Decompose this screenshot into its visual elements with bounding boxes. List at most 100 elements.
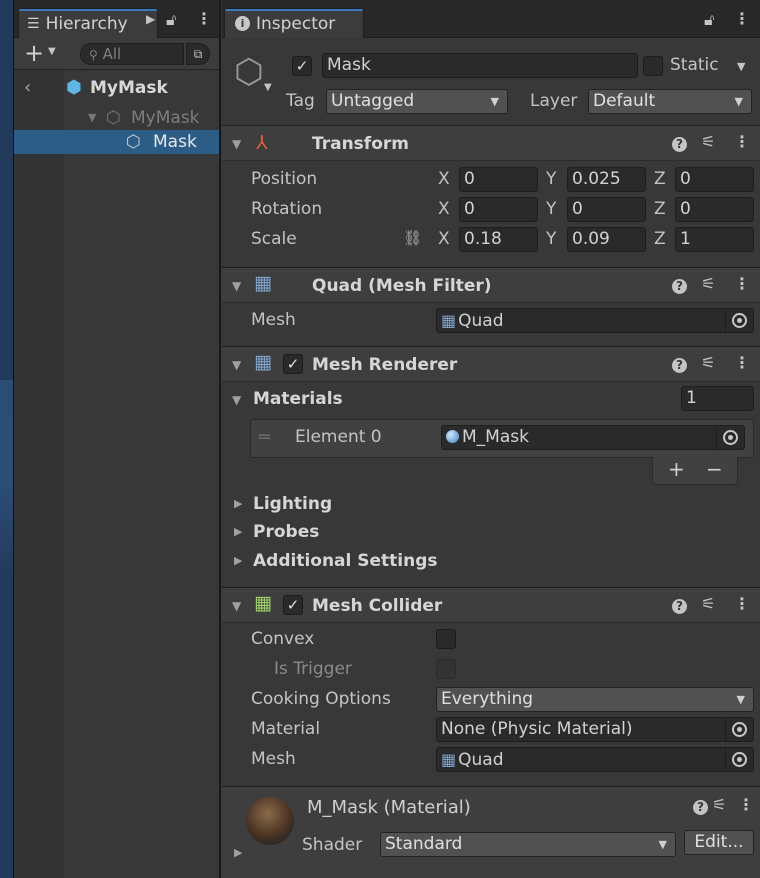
object-picker-button[interactable] <box>716 426 744 449</box>
target-icon <box>723 430 738 445</box>
help-icon[interactable]: ? <box>693 800 708 815</box>
materials-expand-triangle-icon[interactable]: ▼ <box>232 393 241 407</box>
info-icon: i <box>235 16 250 31</box>
collider-mesh-field[interactable]: ▦ Quad <box>436 747 754 772</box>
object-picker-button[interactable] <box>725 748 753 771</box>
enabled-checkbox[interactable]: ✓ <box>283 354 303 374</box>
collapse-triangle-icon[interactable]: ▼ <box>232 599 241 613</box>
static-label: Static <box>670 55 719 75</box>
additional-settings-foldout[interactable]: Additional Settings <box>253 551 438 571</box>
hierarchy-search-input[interactable]: ⚲ All <box>80 43 184 65</box>
component-menu-icon[interactable]: ⋮ <box>734 353 750 372</box>
more-options-icon[interactable]: ⋮ <box>734 9 750 28</box>
help-icon[interactable]: ? <box>672 358 687 373</box>
tab-inspector-label: Inspector <box>256 13 336 34</box>
static-dropdown-arrow-icon[interactable]: ▼ <box>737 60 745 73</box>
scale-z-field[interactable]: 1 <box>675 227 754 252</box>
lighting-expand-icon[interactable]: ▶ <box>234 497 242 510</box>
additional-settings-expand-icon[interactable]: ▶ <box>234 554 242 567</box>
cooking-options-value: Everything <box>441 689 534 709</box>
scale-x-field[interactable]: 0.18 <box>459 227 538 252</box>
layer-value: Default <box>593 91 656 111</box>
more-options-icon[interactable]: ⋮ <box>196 9 212 28</box>
inspector-tabbar: i Inspector 🔓︎ ⋮ <box>222 0 760 38</box>
tab-hierarchy[interactable]: ☰ Hierarchy <box>18 8 158 38</box>
component-menu-icon[interactable]: ⋮ <box>734 132 750 151</box>
mesh-collider-header[interactable]: ▼ ▦ ✓ Mesh Collider ? ⚟ ⋮ <box>222 587 760 623</box>
component-menu-icon[interactable]: ⋮ <box>734 274 750 293</box>
probes-expand-icon[interactable]: ▶ <box>234 525 242 538</box>
convex-checkbox[interactable] <box>436 629 456 649</box>
rotation-y-field[interactable]: 0 <box>567 197 646 222</box>
tab-inspector[interactable]: i Inspector <box>224 8 364 38</box>
component-menu-icon[interactable]: ⋮ <box>738 795 754 814</box>
physic-material-label: Material <box>251 719 321 739</box>
back-chevron-icon[interactable]: ‹ <box>24 76 31 100</box>
axis-z-label: Z <box>654 199 666 219</box>
presets-icon[interactable]: ⚟ <box>701 594 715 613</box>
tree-item-child[interactable]: ▼ ⬡ MyMask <box>14 106 219 130</box>
cooking-options-dropdown[interactable]: Everything ▼ <box>436 687 754 712</box>
expand-triangle-icon[interactable]: ▼ <box>88 106 96 130</box>
rotation-x-field[interactable]: 0 <box>459 197 538 222</box>
component-menu-icon[interactable]: ⋮ <box>734 594 750 613</box>
rotation-z-field[interactable]: 0 <box>675 197 754 222</box>
materials-count-field[interactable]: 1 <box>681 386 754 411</box>
object-name-field[interactable]: Mask <box>322 53 638 78</box>
help-icon[interactable]: ? <box>672 599 687 614</box>
physic-material-value: None (Physic Material) <box>441 719 633 739</box>
remove-element-button[interactable]: − <box>706 457 723 481</box>
physic-material-field[interactable]: None (Physic Material) <box>436 717 754 742</box>
shader-dropdown[interactable]: Standard ▼ <box>380 832 676 857</box>
enabled-checkbox[interactable]: ✓ <box>283 595 303 615</box>
edit-shader-button[interactable]: Edit... <box>684 830 754 855</box>
tag-dropdown[interactable]: Untagged ▼ <box>326 89 508 114</box>
scene-search-button[interactable]: ⧉ <box>186 43 210 65</box>
constrain-proportions-icon[interactable]: ⛓︎ <box>403 229 422 247</box>
probes-foldout[interactable]: Probes <box>253 522 319 542</box>
collapse-triangle-icon[interactable]: ▼ <box>232 137 241 151</box>
add-element-button[interactable]: + <box>668 457 685 481</box>
drag-handle-icon[interactable]: ═ <box>259 427 270 448</box>
add-icon[interactable]: + <box>24 39 44 67</box>
presets-icon[interactable]: ⚟ <box>701 132 715 151</box>
lock-icon[interactable]: 🔓︎ <box>704 10 714 30</box>
presets-icon[interactable]: ⚟ <box>701 353 715 372</box>
mesh-object-field[interactable]: ▦ Quad <box>436 308 754 333</box>
target-icon <box>732 752 747 767</box>
layer-label: Layer <box>530 91 578 111</box>
object-picker-button[interactable] <box>725 309 753 332</box>
hierarchy-panel: ☰ Hierarchy ▶ 🔓︎ ⋮ + ▼ ⚲ All ⧉ ‹ ⬢ MyMas… <box>14 0 221 878</box>
layer-dropdown[interactable]: Default ▼ <box>588 89 752 114</box>
add-dropdown-arrow-icon[interactable]: ▼ <box>48 46 56 57</box>
lock-icon[interactable]: 🔓︎ <box>166 10 176 30</box>
transform-header[interactable]: ▼ ⅄ Transform ? ⚟ ⋮ <box>222 125 760 161</box>
help-icon[interactable]: ? <box>672 279 687 294</box>
tree-item-selected[interactable]: ⬡ Mask <box>14 130 219 154</box>
target-icon <box>732 722 747 737</box>
tree-item-root[interactable]: ‹ ⬢ MyMask <box>14 76 219 100</box>
collider-mesh-label: Mesh <box>251 749 296 769</box>
position-z-field[interactable]: 0 <box>675 167 754 192</box>
object-picker-button[interactable] <box>725 718 753 741</box>
collapse-triangle-icon[interactable]: ▼ <box>232 279 241 293</box>
presets-icon[interactable]: ⚟ <box>712 795 726 814</box>
inspector-panel: i Inspector 🔓︎ ⋮ ⬡ ▼ ✓ Mask Static ▼ Tag… <box>222 0 760 878</box>
mesh-label: Mesh <box>251 310 296 330</box>
transform-gizmo-icon: ⅄ <box>256 132 268 154</box>
active-checkbox[interactable]: ✓ <box>292 56 312 76</box>
collapse-triangle-icon[interactable]: ▼ <box>232 358 241 372</box>
icon-dropdown-arrow-icon[interactable]: ▼ <box>264 82 272 93</box>
position-x-field[interactable]: 0 <box>459 167 538 192</box>
play-arrow-icon[interactable]: ▶ <box>146 12 155 26</box>
position-y-field[interactable]: 0.025 <box>567 167 646 192</box>
material-expand-icon[interactable]: ▶ <box>234 846 242 859</box>
mesh-filter-header[interactable]: ▼ ▦ Quad (Mesh Filter) ? ⚟ ⋮ <box>222 267 760 303</box>
lighting-foldout[interactable]: Lighting <box>253 494 332 514</box>
help-icon[interactable]: ? <box>672 137 687 152</box>
scale-y-field[interactable]: 0.09 <box>567 227 646 252</box>
mesh-renderer-header[interactable]: ▼ ▦ ✓ Mesh Renderer ? ⚟ ⋮ <box>222 346 760 382</box>
element-0-object-field[interactable]: M_Mask <box>441 425 745 450</box>
presets-icon[interactable]: ⚟ <box>701 274 715 293</box>
static-checkbox[interactable] <box>643 56 663 76</box>
